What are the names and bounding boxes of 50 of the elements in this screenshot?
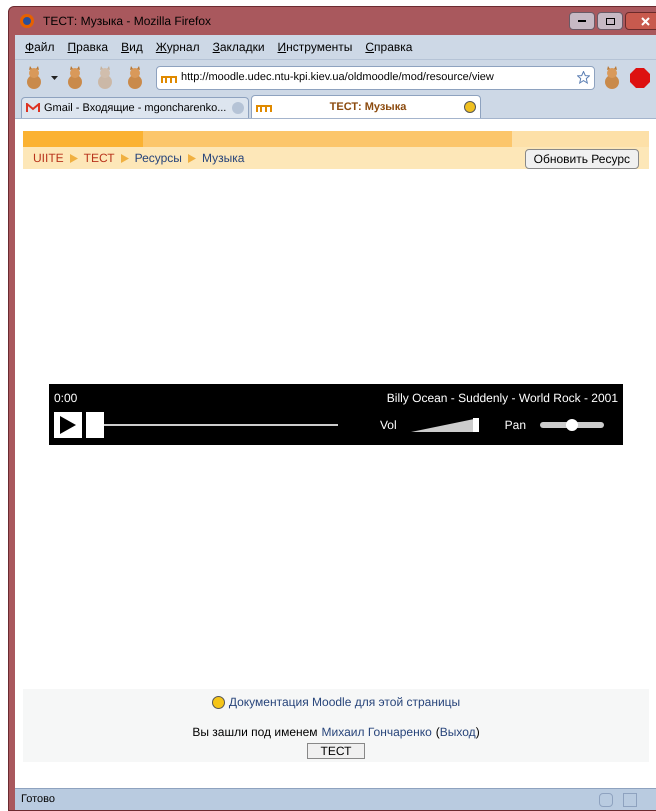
separator-icon [188, 154, 196, 162]
login-info: Вы зашли под именем [192, 724, 318, 741]
menu-item[interactable]: Справка [365, 38, 412, 56]
menu-item[interactable]: Инструменты [278, 38, 352, 56]
progress-track[interactable] [86, 412, 338, 438]
time-display: 0:00 [54, 390, 78, 407]
breadcrumb-link[interactable]: Музыка [202, 149, 244, 167]
firefox-icon [19, 13, 35, 29]
menu-item[interactable]: Вид [121, 38, 143, 56]
logout-link[interactable]: Выход [440, 723, 476, 741]
pan-thumb[interactable] [566, 419, 578, 431]
star-icon[interactable] [577, 71, 590, 84]
user-link[interactable]: Михаил Гончаренко [322, 725, 432, 739]
window-title: ТЕСТ: Музыка - Mozilla Firefox [43, 13, 212, 30]
minimize-button[interactable] [569, 12, 595, 30]
breadcrumb-link[interactable]: UIITE [33, 149, 64, 167]
pan-slider[interactable] [540, 418, 604, 432]
separator-icon [120, 154, 129, 162]
progress-thumb[interactable] [86, 412, 104, 438]
menu-item[interactable]: Файл [25, 38, 55, 56]
tab-label: ТЕСТ: Музыка [330, 100, 406, 115]
parenthesis: ( [436, 724, 440, 741]
pan-label: Pan [504, 417, 526, 434]
address-field[interactable]: http://moodle.udec.ntu-kpi.kiev.ua/oldmoodle/mod/resource/view [156, 66, 595, 90]
breadcrumb-link[interactable]: ТЕСТ [84, 149, 115, 167]
play-icon [60, 416, 76, 434]
maximize-button[interactable] [597, 12, 623, 30]
course-button[interactable]: ТЕСТ [307, 743, 365, 759]
play-button[interactable] [54, 412, 82, 438]
breadcrumb-link[interactable]: Ресурсы [134, 149, 182, 167]
track-title: Billy Ocean - Suddenly - World Rock - 2001 [386, 390, 618, 407]
menu-item[interactable]: Правка [68, 38, 108, 56]
status-text: Готово [21, 792, 55, 808]
volume-label: Vol [380, 417, 397, 434]
close-button[interactable] [625, 12, 656, 30]
update-resource-button[interactable]: Обновить Ресурс [524, 149, 639, 169]
dropdown-icon[interactable] [51, 76, 58, 80]
browser-tab[interactable]: Gmail - Входящие - mgoncharenko... [21, 97, 249, 118]
browser-tab[interactable]: ТЕСТ: Музыка [251, 95, 481, 118]
close-icon [640, 16, 650, 26]
address-text: http://moodle.udec.ntu-kpi.kiev.ua/oldmoodle/mod/resource/view [181, 70, 494, 86]
stop-sign-icon[interactable] [629, 66, 651, 88]
mail-icon [26, 103, 40, 113]
docs-link[interactable]: Документация Moodle для этой страницы [228, 693, 460, 711]
menu-item[interactable]: Закладки [212, 38, 265, 56]
volume-slider[interactable] [410, 418, 479, 432]
tab-label: Gmail - Входящие - mgoncharenko... [44, 100, 226, 116]
separator-icon [70, 154, 78, 162]
menu-item[interactable]: Журнал [156, 38, 200, 56]
parenthesis: ) [476, 724, 480, 741]
